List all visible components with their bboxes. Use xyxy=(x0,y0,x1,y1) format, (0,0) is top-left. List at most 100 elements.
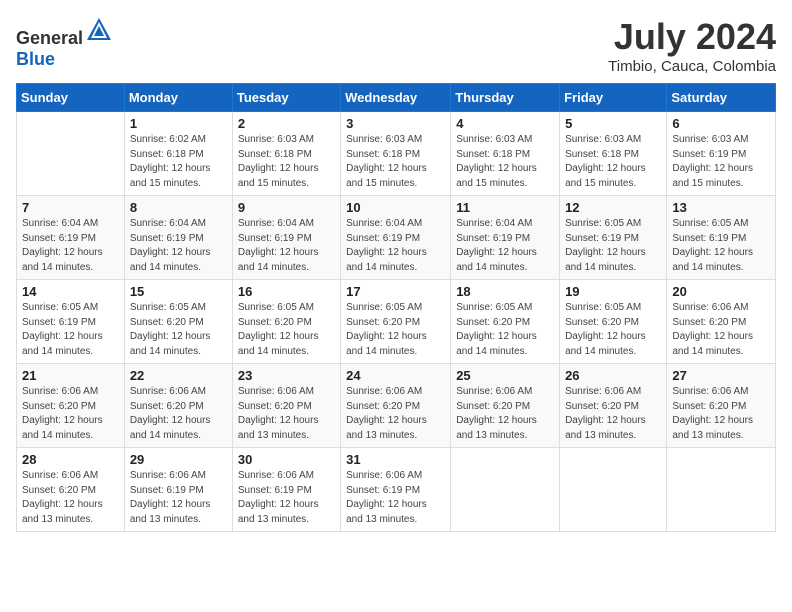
logo-text-general: General xyxy=(16,28,83,48)
day-info: Sunrise: 6:05 AMSunset: 6:20 PMDaylight:… xyxy=(346,302,427,357)
calendar-week-row: 21 Sunrise: 6:06 AMSunset: 6:20 PMDaylig… xyxy=(17,364,776,448)
weekday-header-thursday: Thursday xyxy=(451,84,560,112)
weekday-header-row: SundayMondayTuesdayWednesdayThursdayFrid… xyxy=(17,84,776,112)
day-number: 8 xyxy=(130,200,227,215)
day-number: 10 xyxy=(346,200,445,215)
day-number: 15 xyxy=(130,284,227,299)
calendar-cell: 1 Sunrise: 6:02 AMSunset: 6:18 PMDayligh… xyxy=(124,112,232,196)
day-info: Sunrise: 6:06 AMSunset: 6:19 PMDaylight:… xyxy=(238,470,319,525)
day-info: Sunrise: 6:06 AMSunset: 6:20 PMDaylight:… xyxy=(22,470,103,525)
day-info: Sunrise: 6:06 AMSunset: 6:20 PMDaylight:… xyxy=(238,386,319,441)
day-info: Sunrise: 6:03 AMSunset: 6:18 PMDaylight:… xyxy=(346,134,427,189)
day-number: 14 xyxy=(22,284,119,299)
calendar-week-row: 14 Sunrise: 6:05 AMSunset: 6:19 PMDaylig… xyxy=(17,280,776,364)
day-number: 25 xyxy=(456,368,554,383)
page-header: General Blue July 2024 Timbio, Cauca, Co… xyxy=(16,16,776,75)
day-number: 30 xyxy=(238,452,335,467)
day-info: Sunrise: 6:06 AMSunset: 6:19 PMDaylight:… xyxy=(346,470,427,525)
day-info: Sunrise: 6:06 AMSunset: 6:20 PMDaylight:… xyxy=(672,386,753,441)
day-info: Sunrise: 6:05 AMSunset: 6:19 PMDaylight:… xyxy=(565,218,646,273)
day-number: 12 xyxy=(565,200,661,215)
day-number: 5 xyxy=(565,116,661,131)
day-number: 20 xyxy=(672,284,770,299)
calendar-cell: 8 Sunrise: 6:04 AMSunset: 6:19 PMDayligh… xyxy=(124,196,232,280)
day-info: Sunrise: 6:06 AMSunset: 6:19 PMDaylight:… xyxy=(130,470,211,525)
calendar-cell: 24 Sunrise: 6:06 AMSunset: 6:20 PMDaylig… xyxy=(341,364,451,448)
day-number: 3 xyxy=(346,116,445,131)
title-block: July 2024 Timbio, Cauca, Colombia xyxy=(608,16,776,75)
day-info: Sunrise: 6:03 AMSunset: 6:19 PMDaylight:… xyxy=(672,134,753,189)
day-number: 27 xyxy=(672,368,770,383)
day-info: Sunrise: 6:06 AMSunset: 6:20 PMDaylight:… xyxy=(130,386,211,441)
weekday-header-monday: Monday xyxy=(124,84,232,112)
calendar-cell: 7 Sunrise: 6:04 AMSunset: 6:19 PMDayligh… xyxy=(17,196,125,280)
calendar-cell: 13 Sunrise: 6:05 AMSunset: 6:19 PMDaylig… xyxy=(667,196,776,280)
day-number: 2 xyxy=(238,116,335,131)
calendar-cell: 17 Sunrise: 6:05 AMSunset: 6:20 PMDaylig… xyxy=(341,280,451,364)
day-info: Sunrise: 6:05 AMSunset: 6:20 PMDaylight:… xyxy=(238,302,319,357)
day-info: Sunrise: 6:04 AMSunset: 6:19 PMDaylight:… xyxy=(456,218,537,273)
calendar-cell: 27 Sunrise: 6:06 AMSunset: 6:20 PMDaylig… xyxy=(667,364,776,448)
calendar-cell xyxy=(667,448,776,532)
calendar-cell xyxy=(560,448,667,532)
calendar-cell: 21 Sunrise: 6:06 AMSunset: 6:20 PMDaylig… xyxy=(17,364,125,448)
day-info: Sunrise: 6:05 AMSunset: 6:19 PMDaylight:… xyxy=(22,302,103,357)
day-number: 21 xyxy=(22,368,119,383)
day-info: Sunrise: 6:05 AMSunset: 6:20 PMDaylight:… xyxy=(565,302,646,357)
calendar-cell: 16 Sunrise: 6:05 AMSunset: 6:20 PMDaylig… xyxy=(232,280,340,364)
calendar-cell xyxy=(17,112,125,196)
day-number: 13 xyxy=(672,200,770,215)
day-number: 6 xyxy=(672,116,770,131)
day-info: Sunrise: 6:02 AMSunset: 6:18 PMDaylight:… xyxy=(130,134,211,189)
day-info: Sunrise: 6:04 AMSunset: 6:19 PMDaylight:… xyxy=(238,218,319,273)
weekday-header-saturday: Saturday xyxy=(667,84,776,112)
day-info: Sunrise: 6:06 AMSunset: 6:20 PMDaylight:… xyxy=(22,386,103,441)
day-number: 24 xyxy=(346,368,445,383)
calendar-cell: 20 Sunrise: 6:06 AMSunset: 6:20 PMDaylig… xyxy=(667,280,776,364)
day-number: 29 xyxy=(130,452,227,467)
day-info: Sunrise: 6:06 AMSunset: 6:20 PMDaylight:… xyxy=(672,302,753,357)
day-number: 11 xyxy=(456,200,554,215)
day-number: 7 xyxy=(22,200,119,215)
calendar-cell: 2 Sunrise: 6:03 AMSunset: 6:18 PMDayligh… xyxy=(232,112,340,196)
day-info: Sunrise: 6:04 AMSunset: 6:19 PMDaylight:… xyxy=(22,218,103,273)
weekday-header-friday: Friday xyxy=(560,84,667,112)
day-number: 16 xyxy=(238,284,335,299)
day-number: 1 xyxy=(130,116,227,131)
calendar-cell: 26 Sunrise: 6:06 AMSunset: 6:20 PMDaylig… xyxy=(560,364,667,448)
calendar-cell: 28 Sunrise: 6:06 AMSunset: 6:20 PMDaylig… xyxy=(17,448,125,532)
logo: General Blue xyxy=(16,16,113,70)
calendar-cell: 23 Sunrise: 6:06 AMSunset: 6:20 PMDaylig… xyxy=(232,364,340,448)
calendar-week-row: 7 Sunrise: 6:04 AMSunset: 6:19 PMDayligh… xyxy=(17,196,776,280)
logo-icon xyxy=(85,16,113,44)
calendar-cell: 22 Sunrise: 6:06 AMSunset: 6:20 PMDaylig… xyxy=(124,364,232,448)
day-number: 26 xyxy=(565,368,661,383)
day-info: Sunrise: 6:05 AMSunset: 6:20 PMDaylight:… xyxy=(130,302,211,357)
day-number: 23 xyxy=(238,368,335,383)
calendar-cell: 14 Sunrise: 6:05 AMSunset: 6:19 PMDaylig… xyxy=(17,280,125,364)
day-info: Sunrise: 6:06 AMSunset: 6:20 PMDaylight:… xyxy=(346,386,427,441)
calendar-cell: 25 Sunrise: 6:06 AMSunset: 6:20 PMDaylig… xyxy=(451,364,560,448)
calendar-cell: 29 Sunrise: 6:06 AMSunset: 6:19 PMDaylig… xyxy=(124,448,232,532)
calendar-cell: 30 Sunrise: 6:06 AMSunset: 6:19 PMDaylig… xyxy=(232,448,340,532)
weekday-header-wednesday: Wednesday xyxy=(341,84,451,112)
day-info: Sunrise: 6:06 AMSunset: 6:20 PMDaylight:… xyxy=(565,386,646,441)
calendar-week-row: 28 Sunrise: 6:06 AMSunset: 6:20 PMDaylig… xyxy=(17,448,776,532)
logo-text-blue: Blue xyxy=(16,49,55,69)
day-info: Sunrise: 6:05 AMSunset: 6:19 PMDaylight:… xyxy=(672,218,753,273)
day-number: 17 xyxy=(346,284,445,299)
calendar-cell: 12 Sunrise: 6:05 AMSunset: 6:19 PMDaylig… xyxy=(560,196,667,280)
day-number: 22 xyxy=(130,368,227,383)
day-info: Sunrise: 6:03 AMSunset: 6:18 PMDaylight:… xyxy=(238,134,319,189)
calendar-cell: 9 Sunrise: 6:04 AMSunset: 6:19 PMDayligh… xyxy=(232,196,340,280)
day-info: Sunrise: 6:03 AMSunset: 6:18 PMDaylight:… xyxy=(456,134,537,189)
day-number: 19 xyxy=(565,284,661,299)
day-info: Sunrise: 6:04 AMSunset: 6:19 PMDaylight:… xyxy=(130,218,211,273)
day-number: 4 xyxy=(456,116,554,131)
calendar-cell: 19 Sunrise: 6:05 AMSunset: 6:20 PMDaylig… xyxy=(560,280,667,364)
day-info: Sunrise: 6:05 AMSunset: 6:20 PMDaylight:… xyxy=(456,302,537,357)
calendar-cell: 3 Sunrise: 6:03 AMSunset: 6:18 PMDayligh… xyxy=(341,112,451,196)
weekday-header-tuesday: Tuesday xyxy=(232,84,340,112)
day-info: Sunrise: 6:04 AMSunset: 6:19 PMDaylight:… xyxy=(346,218,427,273)
calendar-cell: 6 Sunrise: 6:03 AMSunset: 6:19 PMDayligh… xyxy=(667,112,776,196)
